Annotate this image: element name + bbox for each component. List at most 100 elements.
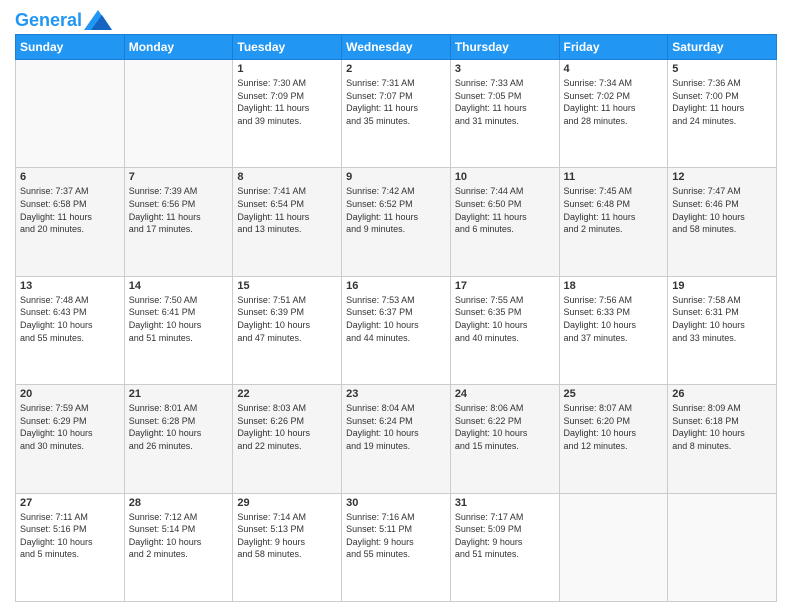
calendar-day-cell: 16Sunrise: 7:53 AM Sunset: 6:37 PM Dayli… [342, 276, 451, 384]
day-info: Sunrise: 7:34 AM Sunset: 7:02 PM Dayligh… [564, 77, 664, 127]
calendar-day-cell: 5 Sunrise: 7:36 AM Sunset: 7:00 PM Daylig… [668, 60, 777, 168]
day-info: Sunrise: 8:09 AM Sunset: 6:18 PM Dayligh… [672, 402, 772, 452]
calendar-day-cell [124, 60, 233, 168]
day-number: 4 [564, 63, 664, 75]
day-number: 11 [564, 171, 664, 183]
calendar-day-cell: 9 Sunrise: 7:42 AM Sunset: 6:52 PM Daylig… [342, 168, 451, 276]
day-info: Sunrise: 7:50 AM Sunset: 6:41 PM Dayligh… [129, 294, 229, 344]
day-number: 10 [455, 171, 555, 183]
day-number: 27 [20, 497, 120, 509]
day-info: Sunrise: 7:12 AM Sunset: 5:14 PM Dayligh… [129, 511, 229, 561]
calendar-day-cell: 3 Sunrise: 7:33 AM Sunset: 7:05 PM Daylig… [450, 60, 559, 168]
day-number: 9 [346, 171, 446, 183]
weekday-header-tuesday: Tuesday [233, 35, 342, 60]
day-number: 14 [129, 280, 229, 292]
day-number: 25 [564, 388, 664, 400]
day-info: Sunrise: 7:17 AM Sunset: 5:09 PM Dayligh… [455, 511, 555, 561]
calendar-day-cell: 2 Sunrise: 7:31 AM Sunset: 7:07 PM Daylig… [342, 60, 451, 168]
day-info: Sunrise: 7:42 AM Sunset: 6:52 PM Dayligh… [346, 185, 446, 235]
calendar-day-cell: 28 Sunrise: 7:12 AM Sunset: 5:14 PM Dayli… [124, 493, 233, 601]
calendar-day-cell: 11 Sunrise: 7:45 AM Sunset: 6:48 PM Dayli… [559, 168, 668, 276]
weekday-header-wednesday: Wednesday [342, 35, 451, 60]
calendar-week-row: 27 Sunrise: 7:11 AM Sunset: 5:16 PM Dayli… [16, 493, 777, 601]
header: General [15, 10, 777, 26]
logo: General [15, 10, 112, 26]
day-info: Sunrise: 7:39 AM Sunset: 6:56 PM Dayligh… [129, 185, 229, 235]
day-number: 23 [346, 388, 446, 400]
calendar-day-cell: 12 Sunrise: 7:47 AM Sunset: 6:46 PM Dayli… [668, 168, 777, 276]
weekday-header-monday: Monday [124, 35, 233, 60]
calendar-day-cell: 19Sunrise: 7:58 AM Sunset: 6:31 PM Dayli… [668, 276, 777, 384]
calendar-day-cell: 8 Sunrise: 7:41 AM Sunset: 6:54 PM Daylig… [233, 168, 342, 276]
day-info: Sunrise: 8:04 AM Sunset: 6:24 PM Dayligh… [346, 402, 446, 452]
day-number: 18 [564, 280, 664, 292]
day-info: Sunrise: 7:11 AM Sunset: 5:16 PM Dayligh… [20, 511, 120, 561]
calendar-day-cell [559, 493, 668, 601]
calendar-day-cell: 23 Sunrise: 8:04 AM Sunset: 6:24 PM Dayli… [342, 385, 451, 493]
day-info: Sunrise: 7:45 AM Sunset: 6:48 PM Dayligh… [564, 185, 664, 235]
day-number: 28 [129, 497, 229, 509]
day-info: Sunrise: 7:41 AM Sunset: 6:54 PM Dayligh… [237, 185, 337, 235]
day-number: 31 [455, 497, 555, 509]
day-number: 12 [672, 171, 772, 183]
day-info: Sunrise: 7:37 AM Sunset: 6:58 PM Dayligh… [20, 185, 120, 235]
calendar-day-cell: 1Sunrise: 7:30 AM Sunset: 7:09 PM Daylig… [233, 60, 342, 168]
calendar-day-cell [16, 60, 125, 168]
day-number: 16 [346, 280, 446, 292]
weekday-header-saturday: Saturday [668, 35, 777, 60]
day-info: Sunrise: 7:48 AM Sunset: 6:43 PM Dayligh… [20, 294, 120, 344]
day-number: 8 [237, 171, 337, 183]
calendar-day-cell: 22 Sunrise: 8:03 AM Sunset: 6:26 PM Dayli… [233, 385, 342, 493]
day-info: Sunrise: 7:36 AM Sunset: 7:00 PM Dayligh… [672, 77, 772, 127]
day-number: 3 [455, 63, 555, 75]
calendar-week-row: 6 Sunrise: 7:37 AM Sunset: 6:58 PM Daylig… [16, 168, 777, 276]
calendar-day-cell: 6 Sunrise: 7:37 AM Sunset: 6:58 PM Daylig… [16, 168, 125, 276]
calendar-day-cell [668, 493, 777, 601]
calendar-day-cell: 25Sunrise: 8:07 AM Sunset: 6:20 PM Dayli… [559, 385, 668, 493]
calendar-day-cell: 13 Sunrise: 7:48 AM Sunset: 6:43 PM Dayli… [16, 276, 125, 384]
day-number: 24 [455, 388, 555, 400]
calendar-day-cell: 24 Sunrise: 8:06 AM Sunset: 6:22 PM Dayli… [450, 385, 559, 493]
day-info: Sunrise: 8:01 AM Sunset: 6:28 PM Dayligh… [129, 402, 229, 452]
day-number: 6 [20, 171, 120, 183]
day-number: 26 [672, 388, 772, 400]
day-info: Sunrise: 8:03 AM Sunset: 6:26 PM Dayligh… [237, 402, 337, 452]
day-number: 22 [237, 388, 337, 400]
day-number: 5 [672, 63, 772, 75]
page: General SundayMondayTuesdayWednesdayThur… [0, 0, 792, 612]
logo-icon [84, 10, 112, 30]
day-info: Sunrise: 7:58 AM Sunset: 6:31 PM Dayligh… [672, 294, 772, 344]
day-info: Sunrise: 7:59 AM Sunset: 6:29 PM Dayligh… [20, 402, 120, 452]
day-number: 20 [20, 388, 120, 400]
calendar-day-cell: 31 Sunrise: 7:17 AM Sunset: 5:09 PM Dayli… [450, 493, 559, 601]
day-info: Sunrise: 7:30 AM Sunset: 7:09 PM Dayligh… [237, 77, 337, 127]
calendar-week-row: 20 Sunrise: 7:59 AM Sunset: 6:29 PM Dayli… [16, 385, 777, 493]
day-info: Sunrise: 8:06 AM Sunset: 6:22 PM Dayligh… [455, 402, 555, 452]
weekday-header-sunday: Sunday [16, 35, 125, 60]
day-info: Sunrise: 7:56 AM Sunset: 6:33 PM Dayligh… [564, 294, 664, 344]
calendar-day-cell: 27 Sunrise: 7:11 AM Sunset: 5:16 PM Dayli… [16, 493, 125, 601]
calendar-day-cell: 7Sunrise: 7:39 AM Sunset: 6:56 PM Daylig… [124, 168, 233, 276]
day-number: 13 [20, 280, 120, 292]
calendar-day-cell: 17Sunrise: 7:55 AM Sunset: 6:35 PM Dayli… [450, 276, 559, 384]
calendar-day-cell: 18 Sunrise: 7:56 AM Sunset: 6:33 PM Dayli… [559, 276, 668, 384]
calendar-table: SundayMondayTuesdayWednesdayThursdayFrid… [15, 34, 777, 602]
weekday-header-thursday: Thursday [450, 35, 559, 60]
day-number: 21 [129, 388, 229, 400]
calendar-day-cell: 4 Sunrise: 7:34 AM Sunset: 7:02 PM Daylig… [559, 60, 668, 168]
day-info: Sunrise: 7:47 AM Sunset: 6:46 PM Dayligh… [672, 185, 772, 235]
calendar-week-row: 13 Sunrise: 7:48 AM Sunset: 6:43 PM Dayli… [16, 276, 777, 384]
calendar-week-row: 1Sunrise: 7:30 AM Sunset: 7:09 PM Daylig… [16, 60, 777, 168]
calendar-day-cell: 20 Sunrise: 7:59 AM Sunset: 6:29 PM Dayli… [16, 385, 125, 493]
day-number: 2 [346, 63, 446, 75]
day-number: 29 [237, 497, 337, 509]
day-info: Sunrise: 7:14 AM Sunset: 5:13 PM Dayligh… [237, 511, 337, 561]
day-number: 15 [237, 280, 337, 292]
calendar-day-cell: 10Sunrise: 7:44 AM Sunset: 6:50 PM Dayli… [450, 168, 559, 276]
day-number: 30 [346, 497, 446, 509]
calendar-day-cell: 21 Sunrise: 8:01 AM Sunset: 6:28 PM Dayli… [124, 385, 233, 493]
day-info: Sunrise: 7:33 AM Sunset: 7:05 PM Dayligh… [455, 77, 555, 127]
day-info: Sunrise: 7:51 AM Sunset: 6:39 PM Dayligh… [237, 294, 337, 344]
day-info: Sunrise: 7:31 AM Sunset: 7:07 PM Dayligh… [346, 77, 446, 127]
calendar-day-cell: 29 Sunrise: 7:14 AM Sunset: 5:13 PM Dayli… [233, 493, 342, 601]
